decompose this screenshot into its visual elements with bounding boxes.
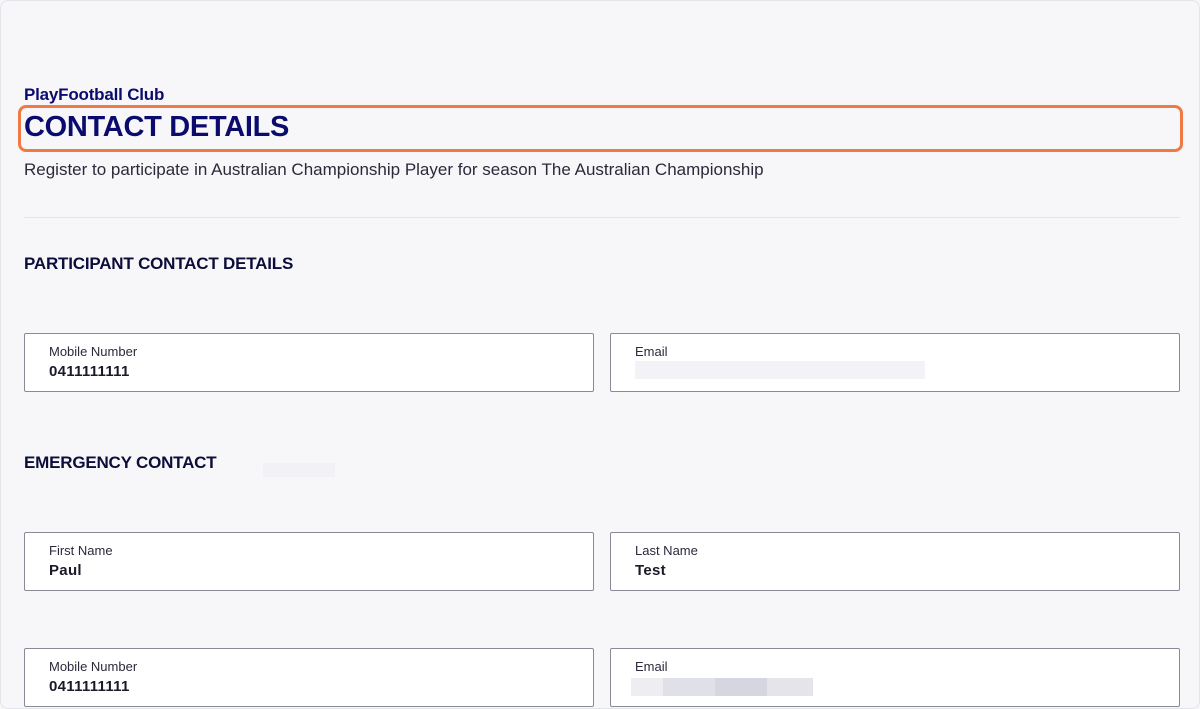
field-label: Last Name: [635, 543, 698, 558]
field-label: Mobile Number: [49, 659, 138, 674]
redacted-heading-suffix: [263, 463, 335, 477]
participant-mobile-field[interactable]: Mobile Number: [24, 333, 594, 392]
title-highlight-box: [18, 105, 1183, 152]
emergency-mobile-input[interactable]: [49, 678, 549, 695]
field-label: Email: [635, 659, 668, 674]
registration-page: PlayFootball Club CONTACT DETAILS Regist…: [0, 0, 1200, 709]
emergency-first-name-field[interactable]: First Name: [24, 532, 594, 591]
page-subtitle: Register to participate in Australian Ch…: [24, 160, 764, 179]
field-label: Email: [635, 344, 668, 359]
emergency-email-field[interactable]: Email: [610, 648, 1180, 707]
participant-mobile-input[interactable]: [49, 363, 549, 380]
participant-email-field[interactable]: Email: [610, 333, 1180, 392]
redacted-email-value: [663, 678, 715, 696]
redacted-email-value: [631, 678, 663, 696]
club-name: PlayFootball Club: [24, 85, 165, 104]
redacted-email-value: [635, 361, 925, 379]
emergency-mobile-field[interactable]: Mobile Number: [24, 648, 594, 707]
emergency-last-name-field[interactable]: Last Name: [610, 532, 1180, 591]
redacted-email-value: [715, 678, 767, 696]
redacted-email-value: [767, 678, 813, 696]
field-label: Mobile Number: [49, 344, 138, 359]
emergency-last-name-input[interactable]: [635, 562, 1135, 579]
emergency-section-heading: EMERGENCY CONTACT: [24, 453, 217, 472]
field-label: First Name: [49, 543, 113, 558]
participant-section-heading: PARTICIPANT CONTACT DETAILS: [24, 254, 294, 273]
section-divider: [24, 217, 1180, 218]
emergency-first-name-input[interactable]: [49, 562, 549, 579]
